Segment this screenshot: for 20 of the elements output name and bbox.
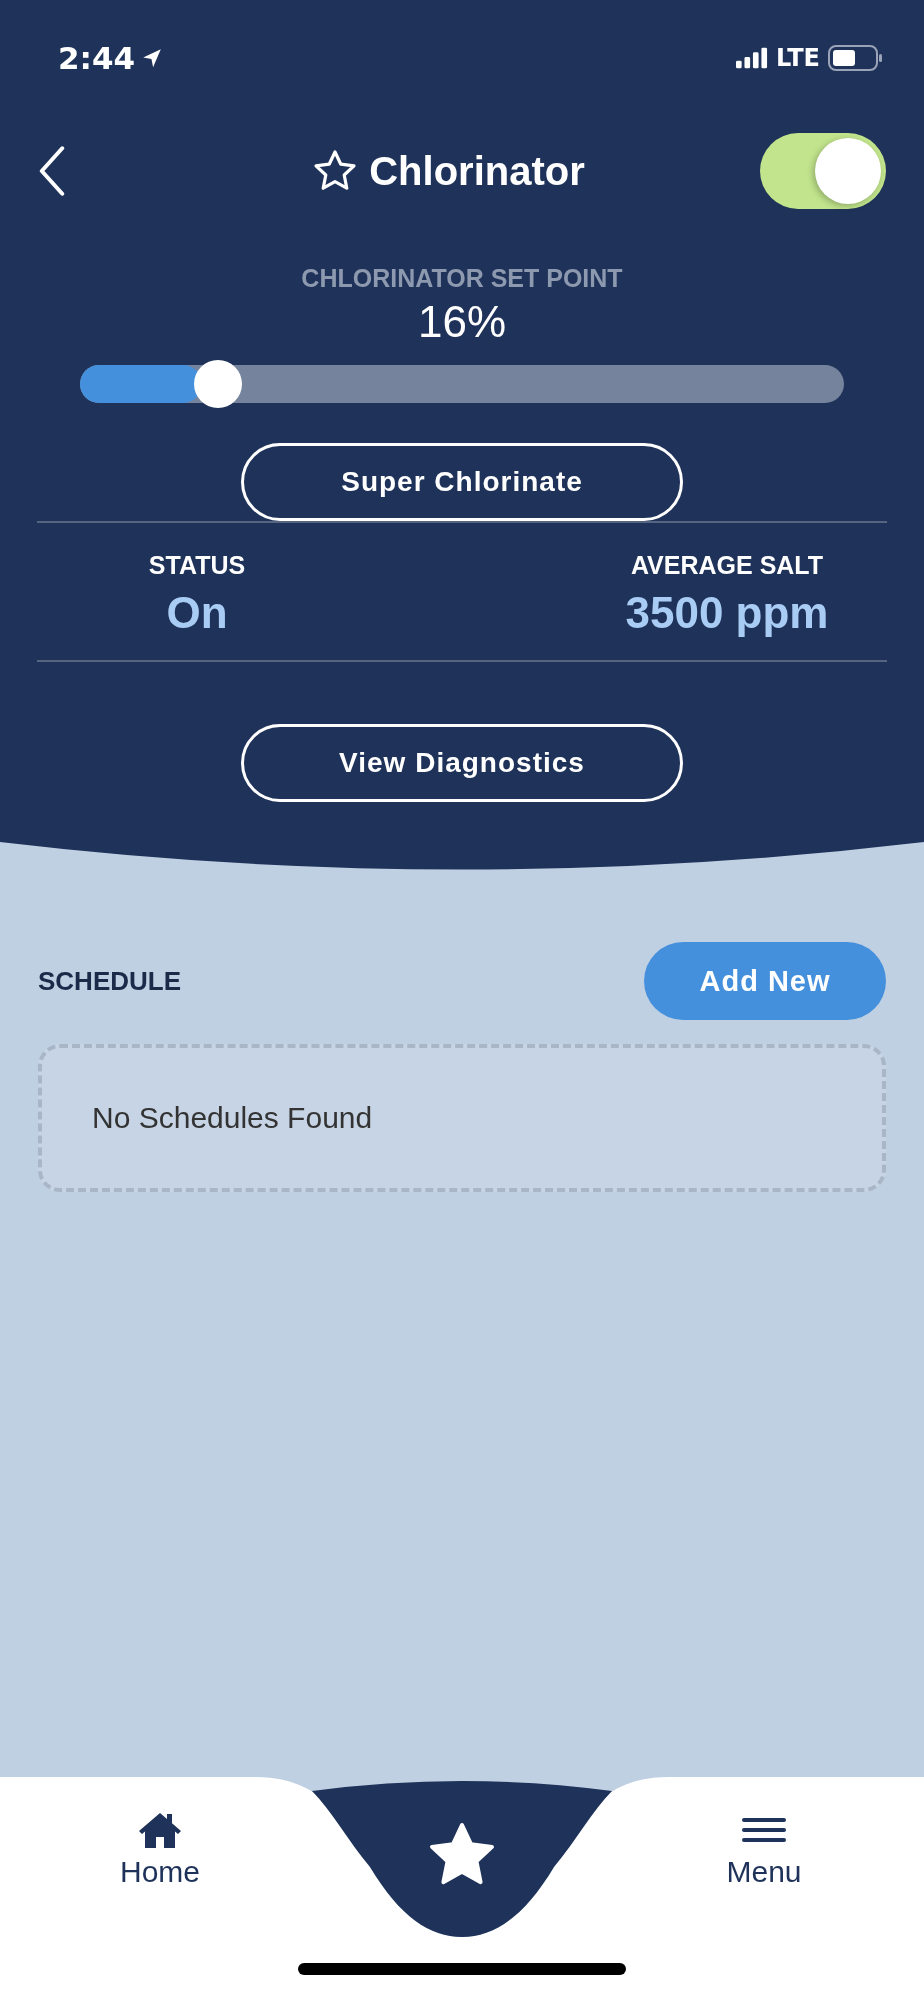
home-icon bbox=[138, 1811, 182, 1849]
menu-tab[interactable]: Menu bbox=[704, 1777, 824, 1889]
set-point-reading: 16% bbox=[417, 297, 507, 347]
slider-thumb[interactable] bbox=[194, 360, 243, 408]
signal-icon bbox=[735, 47, 768, 69]
view-diagnostics-button[interactable]: View Diagnostics bbox=[241, 724, 683, 802]
back-icon[interactable] bbox=[38, 146, 66, 196]
home-tab[interactable]: Home bbox=[100, 1777, 220, 1889]
empty-message: No Schedules Found bbox=[92, 1101, 373, 1135]
network-label: LTE bbox=[775, 44, 820, 72]
section-title: SCHEDULE bbox=[38, 965, 181, 997]
location-arrow-icon bbox=[141, 47, 164, 69]
set-point-label: CHLORINATOR SET POINT bbox=[301, 264, 623, 293]
status-time: 2:44 bbox=[58, 40, 136, 76]
stat-value: 3500 ppm bbox=[625, 588, 829, 638]
stat-label: AVERAGE SALT bbox=[630, 551, 824, 580]
stat-value: On bbox=[166, 588, 228, 638]
battery-icon bbox=[828, 45, 884, 71]
screen-title: Chlorinator bbox=[369, 148, 585, 194]
stat-label: STATUS bbox=[148, 551, 246, 580]
